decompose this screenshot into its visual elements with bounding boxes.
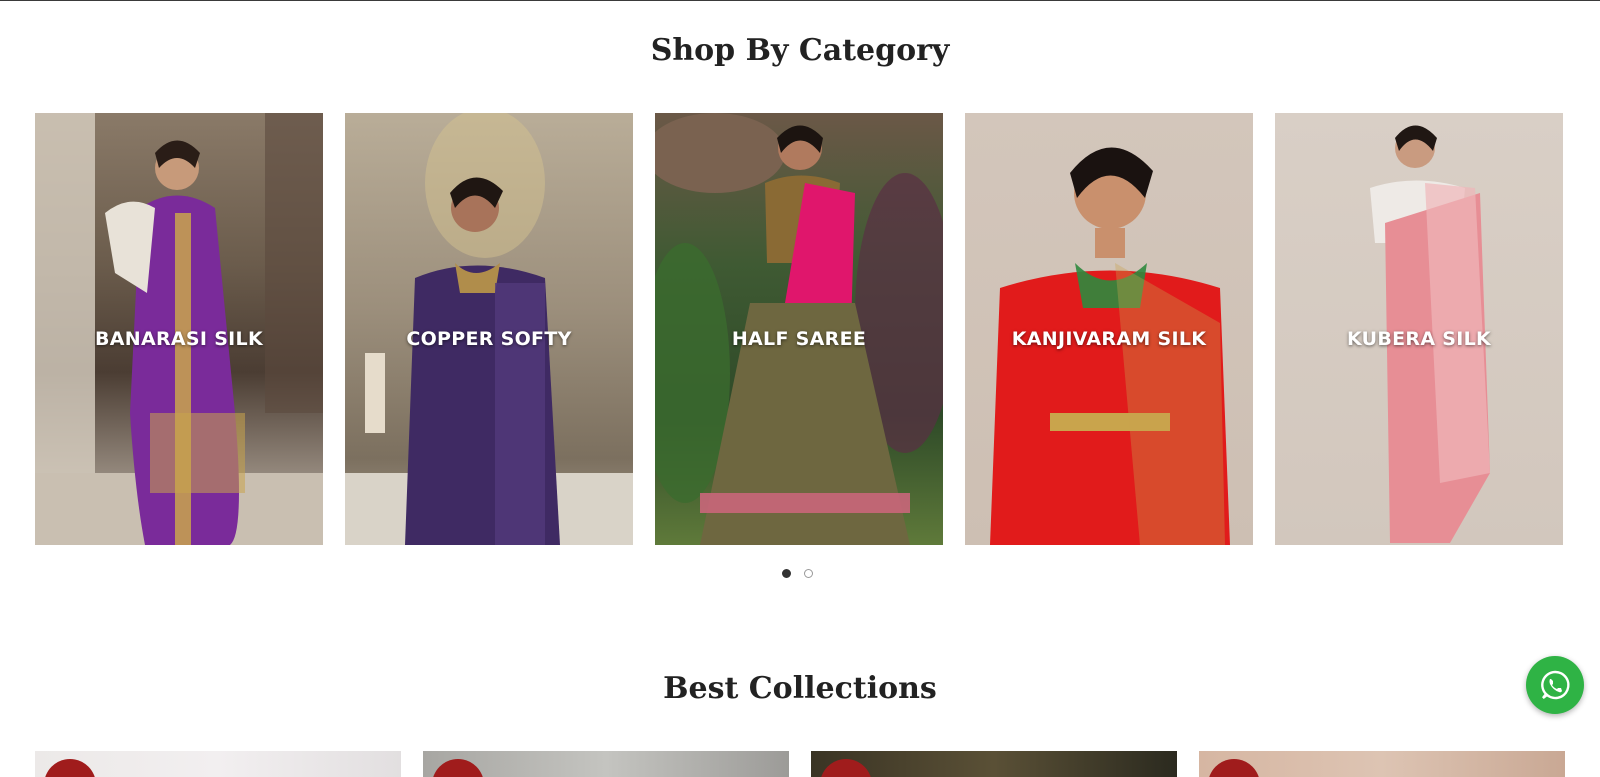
collection-card[interactable] bbox=[35, 751, 401, 777]
carousel-dot-1[interactable] bbox=[782, 569, 791, 578]
carousel-dot-2[interactable] bbox=[804, 569, 813, 578]
collection-card[interactable] bbox=[811, 751, 1177, 777]
category-card-kanjivaram-silk[interactable]: KANJIVARAM SILK bbox=[965, 113, 1253, 545]
sale-badge bbox=[432, 759, 484, 777]
category-card-half-saree[interactable]: HALF SAREE bbox=[655, 113, 943, 545]
top-divider bbox=[0, 0, 1600, 1]
collection-card[interactable] bbox=[423, 751, 789, 777]
best-collections-title: Best Collections bbox=[663, 671, 937, 706]
category-label: COPPER SOFTY bbox=[406, 328, 572, 350]
category-label: KANJIVARAM SILK bbox=[1011, 328, 1207, 350]
carousel-pagination bbox=[782, 569, 822, 581]
category-card-kubera-silk[interactable]: KUBERA SILK bbox=[1275, 113, 1563, 545]
collection-card[interactable] bbox=[1199, 751, 1565, 777]
sale-badge bbox=[820, 759, 872, 777]
category-card-copper-softy[interactable]: COPPER SOFTY bbox=[345, 113, 633, 545]
category-label: BANARASI SILK bbox=[95, 328, 263, 350]
whatsapp-chat-button[interactable] bbox=[1526, 656, 1584, 714]
shop-by-category-title: Shop By Category bbox=[650, 33, 950, 68]
whatsapp-icon bbox=[1541, 670, 1570, 700]
category-label: KUBERA SILK bbox=[1346, 328, 1492, 350]
sale-badge bbox=[44, 759, 96, 777]
sale-badge bbox=[1208, 759, 1260, 777]
category-label: HALF SAREE bbox=[731, 328, 867, 350]
category-card-banarasi-silk[interactable]: BANARASI SILK bbox=[35, 113, 323, 545]
